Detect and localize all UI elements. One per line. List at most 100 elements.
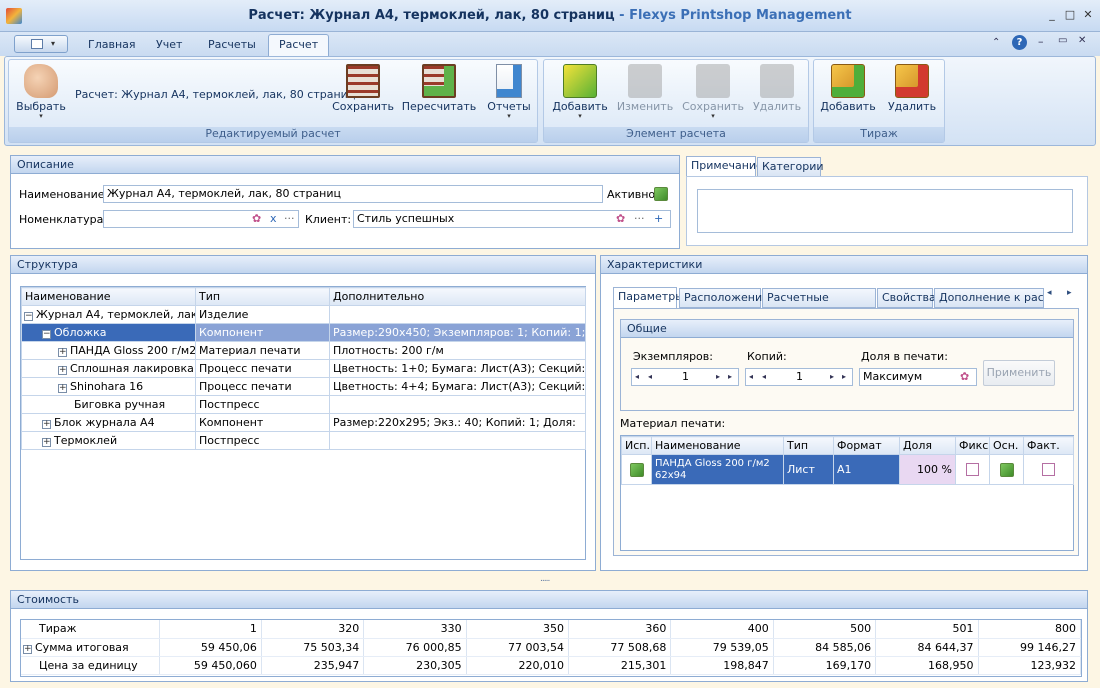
save-button[interactable]: Сохранить	[331, 64, 395, 113]
first-icon[interactable]: ◂	[635, 369, 639, 385]
tab-layout[interactable]: Расположение	[679, 288, 769, 308]
app-menu-button[interactable]: ▾	[14, 35, 68, 53]
collapse-icon[interactable]: −	[24, 312, 33, 321]
last-icon[interactable]: ▸	[728, 369, 732, 385]
increment-icon[interactable]: ▸	[716, 369, 720, 385]
column-header-main[interactable]: Осн.	[989, 436, 1024, 455]
cost-panel: Стоимость Тираж 1 320 330 350 360 400 500 501…	[10, 590, 1088, 682]
tab-parameters[interactable]: Параметры	[613, 287, 684, 308]
collapse-icon[interactable]: −	[42, 330, 51, 339]
column-header-share[interactable]: Доля	[899, 436, 956, 455]
scroll-left-icon[interactable]: ◂	[1047, 288, 1052, 298]
pin-icon[interactable]: ✿	[960, 369, 969, 385]
name-field[interactable]: Журнал А4, термоклей, лак, 80 страниц	[103, 185, 603, 203]
apply-button[interactable]: Применить	[983, 360, 1055, 386]
element-edit-button[interactable]: Изменить	[614, 64, 676, 113]
note-textarea[interactable]	[697, 189, 1073, 233]
column-header-format[interactable]: Формат	[833, 436, 900, 455]
increment-icon[interactable]: ▸	[830, 369, 834, 385]
clear-icon[interactable]: x	[270, 211, 277, 227]
expand-icon[interactable]: +	[58, 366, 67, 375]
element-save-button[interactable]: Сохранить ▾	[680, 64, 746, 120]
copies-spinner[interactable]: ◂ ◂ 1 ▸ ▸	[631, 368, 739, 386]
use-leaf-icon[interactable]	[629, 462, 644, 477]
pin-icon[interactable]: ✿	[616, 211, 625, 227]
close-icon[interactable]: ✕	[1080, 8, 1096, 22]
tree-row[interactable]: Биговка ручная Постпресс	[21, 395, 586, 414]
share-select[interactable]: Максимум ✿	[859, 368, 977, 386]
tab-categories[interactable]: Категории	[757, 157, 824, 177]
structure-header: Структура	[11, 256, 595, 274]
column-header-fixed[interactable]: Фикс.	[955, 436, 990, 455]
tab-calculations[interactable]: Расчеты	[198, 36, 266, 56]
tree-row[interactable]: − Обложка Компонент Размер:290x450; Экзем…	[21, 323, 586, 342]
cube-edit-icon	[628, 64, 662, 98]
mdi-minimize-icon[interactable]: –	[1038, 35, 1044, 48]
column-header-actual[interactable]: Факт.	[1023, 436, 1074, 455]
minimize-icon[interactable]: _	[1044, 8, 1060, 22]
nomenclature-field[interactable]: ✿ x ···	[103, 210, 299, 228]
kopii-spinner[interactable]: ◂ ◂ 1 ▸ ▸	[745, 368, 853, 386]
scroll-right-icon[interactable]: ▸	[1067, 288, 1072, 298]
table-row[interactable]: Цена за единицу 59 450,060 235,947 230,305…	[21, 656, 1081, 675]
run-add-button[interactable]: Добавить	[818, 64, 878, 113]
column-header-name[interactable]: Наименование	[21, 287, 196, 306]
ellipsis-icon[interactable]: ···	[634, 211, 645, 227]
decrement-icon[interactable]: ◂	[648, 369, 652, 385]
tree-row[interactable]: + Сплошная лакировка А Процесс печати Цве…	[21, 359, 586, 378]
column-header-use[interactable]: Исп.	[621, 436, 652, 455]
help-icon[interactable]: ?	[1012, 35, 1027, 50]
active-label: Активно	[607, 188, 656, 201]
tree-row[interactable]: + ПАНДА Gloss 200 г/м2 6 Материал печати …	[21, 341, 586, 360]
tab-accounting[interactable]: Учет	[146, 36, 192, 56]
tree-row[interactable]: − Журнал А4, термоклей, лак Изделие	[21, 305, 586, 324]
collapse-ribbon-icon[interactable]: ⌃	[992, 37, 1000, 48]
title-bar: Расчет: Журнал А4, термоклей, лак, 80 ст…	[0, 0, 1100, 32]
tree-row[interactable]: + Shinohara 16 Процесс печати Цветность: …	[21, 377, 586, 396]
tab-note[interactable]: Примечание	[686, 156, 763, 177]
share-cell[interactable]: 100 %	[899, 454, 956, 485]
select-button[interactable]: Выбрать ▾	[13, 64, 69, 120]
column-header-type[interactable]: Тип	[783, 436, 834, 455]
tab-home[interactable]: Главная	[78, 36, 146, 56]
pin-icon[interactable]: ✿	[252, 211, 261, 227]
ellipsis-icon[interactable]: ···	[284, 211, 295, 227]
last-icon[interactable]: ▸	[842, 369, 846, 385]
column-header-extra[interactable]: Дополнительно	[329, 287, 586, 306]
expand-icon[interactable]: +	[58, 384, 67, 393]
column-header-type[interactable]: Тип	[195, 287, 330, 306]
mdi-close-icon[interactable]: ✕	[1078, 35, 1086, 46]
table-row[interactable]: ПАНДА Gloss 200 г/м2 62x94 Лист А1 100 %	[621, 454, 1074, 485]
client-field[interactable]: Стиль успешных ✿ ··· +	[353, 210, 671, 228]
tab-properties[interactable]: Свойства	[877, 288, 936, 308]
reports-button[interactable]: Отчеты ▾	[483, 64, 535, 120]
structure-tree: Наименование Тип Дополнительно − Журнал А…	[20, 286, 586, 560]
expand-icon[interactable]: +	[42, 420, 51, 429]
splitter-handle[interactable]: .....	[540, 574, 550, 584]
actual-checkbox[interactable]	[1042, 463, 1055, 477]
run-delete-button[interactable]: Удалить	[882, 64, 942, 113]
table-row[interactable]: Тираж 1 320 330 350 360 400 500 501 800	[21, 620, 1081, 639]
tab-calculated-values[interactable]: Расчетные значения	[762, 288, 876, 322]
mdi-restore-icon[interactable]: ▭	[1058, 35, 1067, 46]
add-icon[interactable]: +	[654, 211, 663, 227]
tab-calculation[interactable]: Расчет	[268, 34, 330, 56]
table-row[interactable]: + Сумма итоговая 59 450,06 75 503,34 76 000…	[21, 638, 1081, 657]
tab-addition[interactable]: Дополнение к расчет	[934, 288, 1044, 308]
column-header-name[interactable]: Наименование	[651, 436, 784, 455]
expand-icon[interactable]: +	[42, 438, 51, 447]
maximize-icon[interactable]: □	[1062, 8, 1078, 22]
active-toggle-leaf-icon[interactable]	[654, 187, 668, 201]
tree-row[interactable]: + Блок журнала А4 Компонент Размер:220x29…	[21, 413, 586, 432]
element-add-button[interactable]: Добавить ▾	[550, 64, 610, 120]
box-add-icon	[831, 64, 865, 98]
decrement-icon[interactable]: ◂	[762, 369, 766, 385]
expand-icon[interactable]: +	[58, 348, 67, 357]
fixed-checkbox[interactable]	[966, 463, 979, 477]
first-icon[interactable]: ◂	[749, 369, 753, 385]
tree-row[interactable]: + Термоклей Постпресс	[21, 431, 586, 450]
recalculate-button[interactable]: Пересчитать	[401, 64, 477, 113]
element-delete-button[interactable]: Удалить	[750, 64, 804, 113]
main-leaf-icon[interactable]	[999, 462, 1014, 477]
expand-icon[interactable]: +	[23, 644, 32, 654]
